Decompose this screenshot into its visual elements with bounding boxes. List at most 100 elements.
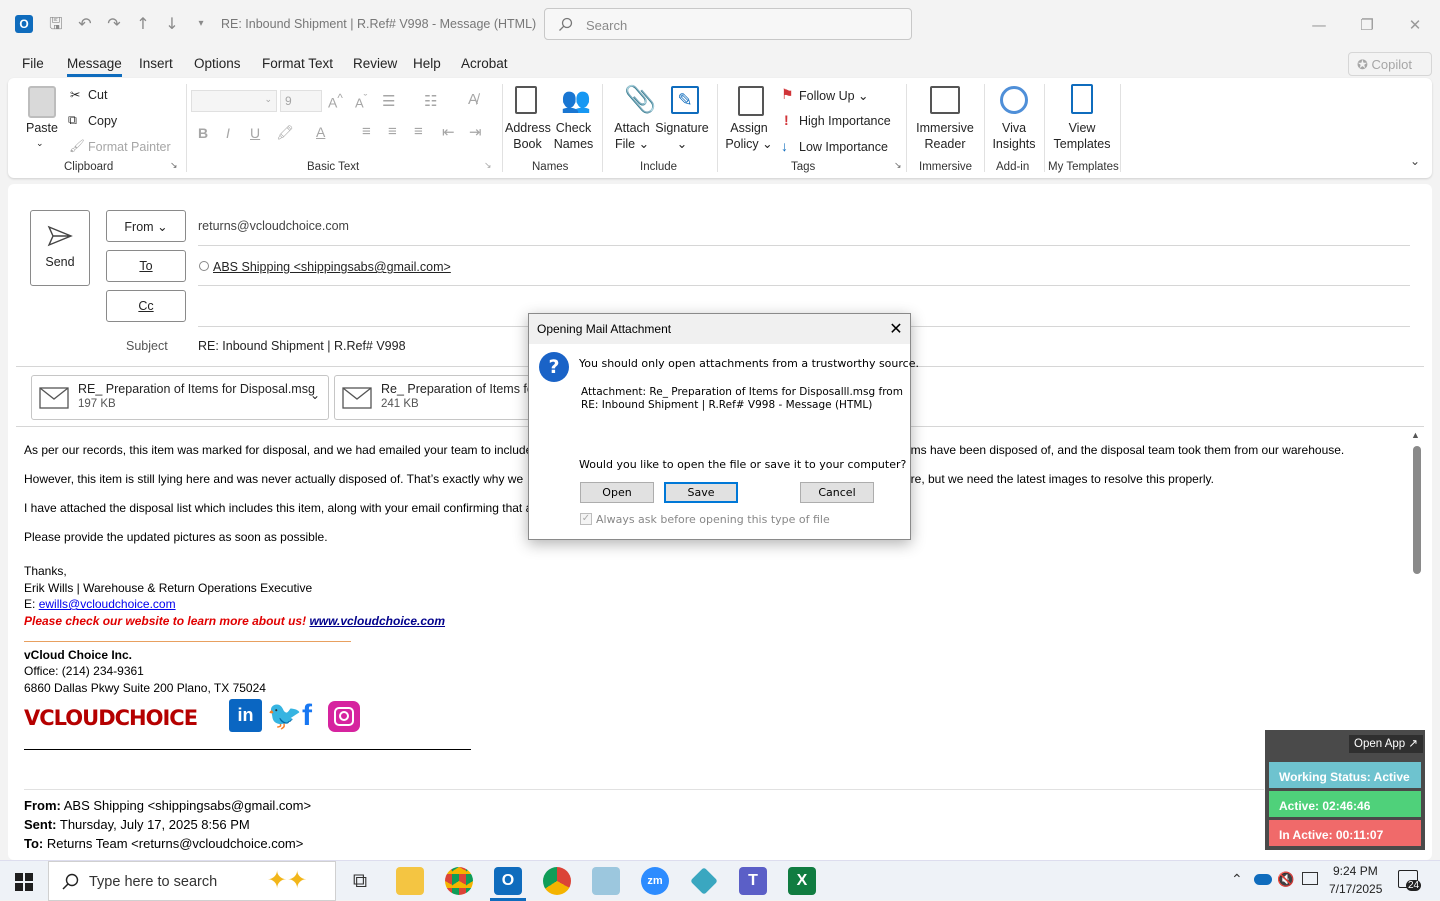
highlight-icon[interactable]: 🖍 xyxy=(276,124,294,141)
check-names-button[interactable]: Check Names xyxy=(551,120,596,152)
align-right-icon[interactable]: ≡ xyxy=(414,123,423,140)
menu-review[interactable]: Review xyxy=(353,56,397,71)
copilot-button[interactable]: ✪ Copilot xyxy=(1348,52,1432,76)
menu-format-text[interactable]: Format Text xyxy=(262,56,333,71)
close-window-button[interactable]: ✕ xyxy=(1404,14,1426,36)
basic-text-launcher-icon[interactable]: ↘ xyxy=(484,160,492,171)
next-item-icon[interactable]: ↓ xyxy=(162,14,182,34)
menu-file[interactable]: File xyxy=(22,56,44,71)
view-templates-button[interactable]: View Templates xyxy=(1052,120,1112,152)
immersive-reader-button[interactable]: Immersive Reader xyxy=(913,120,977,152)
previous-item-icon[interactable]: ↑ xyxy=(133,14,153,34)
copy-button[interactable]: Copy xyxy=(88,114,117,128)
clipboard-launcher-icon[interactable]: ↘ xyxy=(170,160,178,171)
onedrive-icon[interactable] xyxy=(1254,874,1272,885)
address-book-button[interactable]: Address Book xyxy=(505,120,551,152)
undo-icon[interactable]: ↶ xyxy=(75,14,95,34)
chevron-down-icon[interactable]: ⌄ xyxy=(310,388,320,402)
cancel-button[interactable]: Cancel xyxy=(800,482,874,503)
clock-date[interactable]: 7/17/2025 xyxy=(1329,882,1382,896)
to-button[interactable]: To xyxy=(106,250,186,282)
underline-icon[interactable]: U xyxy=(250,125,260,141)
paste-dropdown-icon[interactable]: ⌄ xyxy=(36,138,44,149)
signature-bottom-divider xyxy=(24,749,471,750)
align-left-icon[interactable]: ≡ xyxy=(362,123,371,140)
zoom-icon[interactable]: zm xyxy=(641,867,669,895)
high-importance-button[interactable]: High Importance xyxy=(799,114,891,128)
vertical-scrollbar-thumb[interactable] xyxy=(1413,446,1421,574)
attachment-card[interactable]: Re_ Preparation of Items for 241 KB xyxy=(334,375,534,420)
paperclip-icon: 📎 xyxy=(624,84,657,114)
paste-button[interactable]: Paste xyxy=(26,121,58,135)
cc-button[interactable]: Cc xyxy=(106,290,186,322)
search-box[interactable]: Search xyxy=(544,8,912,40)
chrome-profile-icon[interactable] xyxy=(543,867,571,895)
tags-launcher-icon[interactable]: ↘ xyxy=(894,160,902,171)
font-size-select[interactable]: 9 xyxy=(280,90,322,112)
network-icon[interactable] xyxy=(1302,872,1318,885)
bullets-icon[interactable]: ☰ xyxy=(382,92,395,110)
assign-policy-button[interactable]: Assign Policy ⌄ xyxy=(724,120,774,152)
open-app-button[interactable]: Open App ↗ xyxy=(1349,735,1423,753)
volume-muted-icon[interactable]: 🔇 xyxy=(1277,871,1294,888)
menu-help[interactable]: Help xyxy=(413,56,441,71)
shrink-font-icon[interactable]: Aˇ xyxy=(355,93,367,110)
website-link[interactable]: www.vcloudchoice.com xyxy=(309,614,445,628)
increase-indent-icon[interactable]: ⇥ xyxy=(469,123,482,141)
facebook-icon[interactable]: f xyxy=(302,699,322,732)
dialog-close-button[interactable]: ✕ xyxy=(885,318,907,340)
notes-app-icon[interactable] xyxy=(592,867,620,895)
cut-button[interactable]: Cut xyxy=(88,88,107,102)
taskbar-search-placeholder: Type here to search xyxy=(89,874,218,890)
minimize-button[interactable]: — xyxy=(1308,14,1330,36)
open-button[interactable]: Open xyxy=(580,482,654,503)
always-ask-checkbox[interactable]: ✓ xyxy=(580,513,592,525)
save-button[interactable]: Save xyxy=(664,482,738,503)
chrome-icon[interactable] xyxy=(445,867,473,895)
font-name-select[interactable]: ⌄ xyxy=(191,90,277,112)
italic-icon[interactable]: I xyxy=(226,125,230,141)
bold-icon[interactable]: B xyxy=(198,125,208,141)
low-importance-button[interactable]: Low Importance xyxy=(799,140,888,154)
twitter-icon[interactable]: 🐦 xyxy=(267,699,302,732)
clock-time[interactable]: 9:24 PM xyxy=(1333,864,1378,878)
attach-file-button[interactable]: Attach File ⌄ xyxy=(609,120,655,152)
numbering-icon[interactable]: ☷ xyxy=(424,92,437,110)
linkedin-icon[interactable]: in xyxy=(229,699,262,732)
outlook-taskbar-icon[interactable]: O xyxy=(494,867,522,895)
to-recipient[interactable]: ABS Shipping <shippingsabs@gmail.com> xyxy=(213,260,451,274)
from-button[interactable]: From ⌄ xyxy=(106,210,186,242)
decrease-indent-icon[interactable]: ⇤ xyxy=(442,123,455,141)
menu-options[interactable]: Options xyxy=(194,56,241,71)
customize-toolbar-icon[interactable]: ▾ xyxy=(191,14,211,34)
align-center-icon[interactable]: ≡ xyxy=(388,123,397,140)
menu-acrobat[interactable]: Acrobat xyxy=(461,56,508,71)
task-view-icon[interactable]: ⧉ xyxy=(346,867,374,895)
menu-insert[interactable]: Insert xyxy=(139,56,173,71)
restore-button[interactable]: ❐ xyxy=(1356,14,1378,36)
menu-message[interactable]: Message xyxy=(67,56,122,77)
show-hidden-icons-icon[interactable]: ⌃ xyxy=(1231,871,1243,888)
file-explorer-icon[interactable] xyxy=(396,867,424,895)
signature-button[interactable]: Signature ⌄ xyxy=(654,120,710,152)
format-painter-button[interactable]: Format Painter xyxy=(88,140,171,154)
save-icon[interactable]: 🖫 xyxy=(46,14,66,34)
clear-formatting-icon[interactable]: A̸ xyxy=(468,91,478,108)
teams-icon[interactable]: T xyxy=(739,867,767,895)
viva-insights-button[interactable]: Viva Insights xyxy=(990,120,1038,152)
subject-field[interactable]: RE: Inbound Shipment | R.Ref# V998 xyxy=(198,339,406,353)
font-color-icon[interactable]: A xyxy=(316,124,325,140)
grow-font-icon[interactable]: A^ xyxy=(328,92,343,111)
windows-start-icon[interactable] xyxy=(15,873,33,891)
redo-icon[interactable]: ↷ xyxy=(104,14,124,34)
ribbon-expand-icon[interactable]: ⌄ xyxy=(1410,154,1420,168)
excel-icon[interactable]: X xyxy=(788,867,816,895)
taskbar-search[interactable]: Type here to search ✦✦ xyxy=(48,861,336,901)
instagram-icon[interactable] xyxy=(328,701,360,732)
send-button[interactable]: Send xyxy=(30,210,90,286)
follow-up-button[interactable]: Follow Up ⌄ xyxy=(799,88,869,103)
attachment-card[interactable]: RE_ Preparation of Items for Disposal.ms… xyxy=(31,375,329,420)
signature-email-link[interactable]: ewills@vcloudchoice.com xyxy=(39,597,176,611)
scroll-up-icon[interactable]: ▲ xyxy=(1411,430,1420,440)
app-cube-icon[interactable] xyxy=(690,867,718,895)
